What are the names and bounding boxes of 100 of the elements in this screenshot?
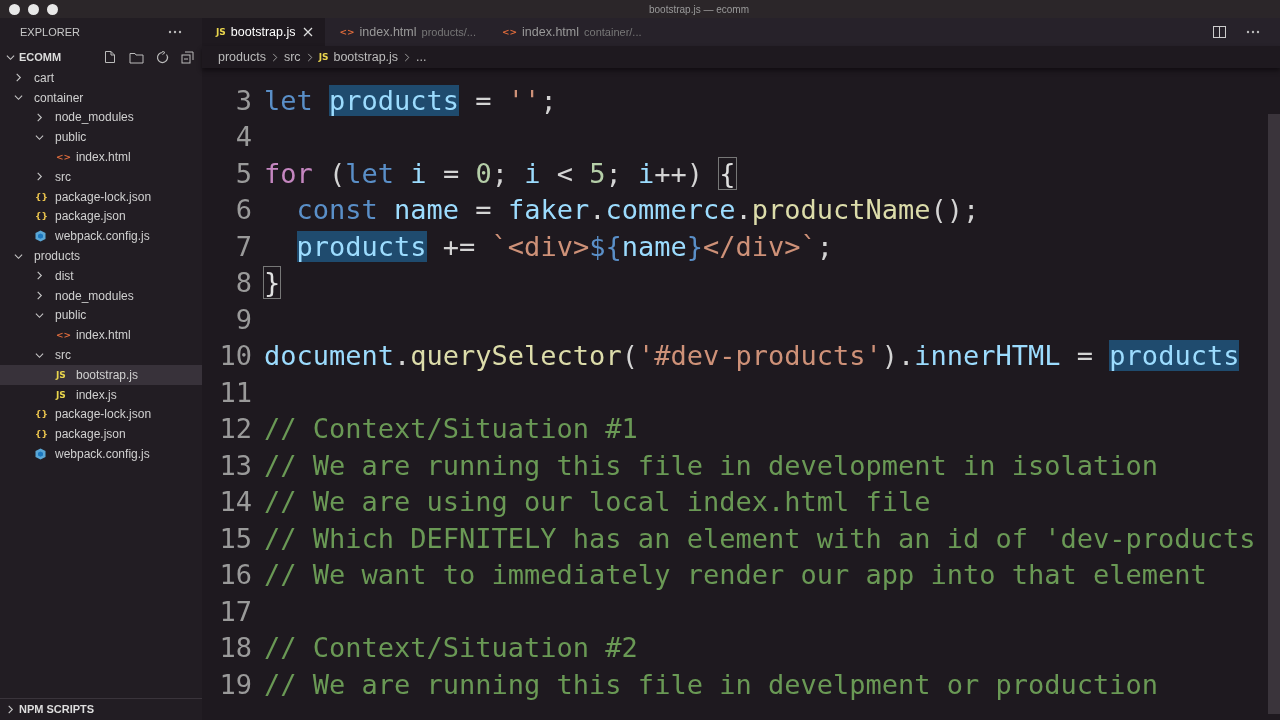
chevron-right-icon[interactable] [14,73,23,83]
line-number: 17 [218,595,252,627]
file-icon: <> [56,152,72,163]
file-icon: {} [35,429,48,440]
file-item[interactable]: webpack.config.js [0,226,202,247]
cube-icon [35,448,46,461]
breadcrumb-item[interactable]: JS bootstrap.js [318,50,399,64]
chevron-down-icon[interactable] [35,350,44,360]
line-number: 5 [234,157,252,189]
new-folder-icon[interactable] [129,50,144,64]
close-icon[interactable] [303,27,314,37]
breadcrumb-item[interactable]: products [218,50,266,64]
file-icon: {} [35,211,48,222]
line-number: 3 [234,84,252,116]
code-line: // Which DEFNITELY has an element with an id of 'dev-products [264,522,1256,554]
file-item[interactable]: {} package.json [0,424,202,445]
folder-item[interactable]: dist [0,265,202,286]
code-line: const name = faker.commerce.productName(); [295,194,980,226]
editor-tab[interactable]: JS bootstrap.js [202,18,326,46]
file-item[interactable]: JS bootstrap.js [0,364,202,385]
refresh-icon[interactable] [156,50,169,64]
file-item[interactable]: {} package-lock.json [0,404,202,425]
code-line: document.querySelector('#dev-products').innerHTML = products [264,340,1240,372]
new-file-icon[interactable] [103,50,117,64]
chevron-right-icon[interactable] [6,704,15,714]
file-icon: JS [56,389,66,400]
chevron-right-icon [404,52,411,62]
line-number: 6 [234,194,252,226]
file-item[interactable]: JS index.js [0,384,202,405]
split-editor-icon[interactable] [1213,26,1226,38]
tab-path: container/... [584,26,642,38]
breadcrumb-item[interactable]: src [283,50,301,64]
line-number: 18 [218,632,252,664]
folder-item[interactable]: public [0,127,202,148]
editor-tab[interactable]: <> index.html container/... [487,18,654,46]
folder-item[interactable]: products [0,246,202,266]
file-icon: <> [339,27,355,37]
code-line: // We are running this file in develpment or production [264,668,1159,700]
npm-scripts-section-header[interactable]: NPM SCRIPTS [0,699,202,719]
window-title: bootstrap.js — ecomm [647,3,749,15]
folder-item[interactable]: container [0,87,202,108]
line-number: 12 [218,413,252,445]
chevron-down-icon[interactable] [14,251,23,261]
code-line: } [264,267,281,299]
folder-item[interactable]: public [0,305,202,326]
tab-path: products/... [421,26,476,38]
window-close-control[interactable] [9,3,20,15]
chevron-down-icon[interactable] [35,310,44,320]
line-number: 14 [218,486,252,518]
chevron-right-icon[interactable] [35,291,44,301]
window-zoom-control[interactable] [47,3,58,15]
code-line: for (let i = 0; i < 5; i++) { [264,157,736,189]
editor-tab[interactable]: <> index.html products/... [325,18,488,46]
line-number: 8 [234,267,252,299]
file-item[interactable]: {} package.json [0,206,202,227]
code-line: // We are using our local index.html file [264,486,931,518]
line-number: 15 [218,522,252,554]
breadcrumb-item[interactable]: ... [416,50,427,64]
collapse-all-icon[interactable] [181,50,194,64]
file-item[interactable]: {} package-lock.json [0,186,202,207]
folder-item[interactable]: src [0,167,202,187]
code-line: let products = ''; [264,84,557,116]
file-icon: {} [35,191,48,202]
file-icon: JS [56,369,66,380]
cube-icon [35,230,46,243]
code-line: // We want to immediately render our app into that element [264,559,1207,591]
folder-item[interactable]: node_modules [0,285,202,306]
code-line: // Context/Situation #2 [264,632,638,664]
chevron-right-icon[interactable] [35,172,44,182]
file-icon: <> [501,27,518,37]
more-icon[interactable] [168,30,182,34]
chevron-down-icon[interactable] [14,93,23,103]
chevron-right-icon [306,52,313,62]
folder-item[interactable]: node_modules [0,107,202,128]
chevron-right-icon [271,52,278,62]
file-item[interactable]: <> index.html [0,147,202,167]
sidebar-title: EXPLORER [20,26,80,38]
line-number: 4 [234,121,252,153]
file-item[interactable]: <> index.html [0,325,202,346]
chevron-right-icon[interactable] [35,271,44,281]
line-number: 7 [234,230,252,262]
folder-item[interactable]: src [0,345,202,365]
explorer-section-header[interactable]: ECOMM [0,46,202,68]
line-number: 16 [218,559,252,591]
code-line: products += `<div>${name}</div>`; [295,230,834,262]
chevron-down-icon[interactable] [6,52,15,62]
file-icon: <> [56,330,72,341]
line-number: 9 [234,303,252,335]
code-line: // Context/Situation #1 [264,413,638,445]
more-icon[interactable] [1246,30,1260,34]
line-number: 19 [218,668,252,700]
file-item[interactable]: webpack.config.js [0,444,202,464]
window-minimize-control[interactable] [28,3,39,15]
code-line: // We are running this file in development in isolation [264,449,1159,481]
file-icon: {} [35,409,48,420]
line-number: 10 [218,340,252,372]
scrollbar[interactable] [1268,114,1280,714]
chevron-right-icon[interactable] [35,113,44,122]
chevron-down-icon[interactable] [35,132,44,142]
folder-item[interactable]: cart [0,68,202,88]
